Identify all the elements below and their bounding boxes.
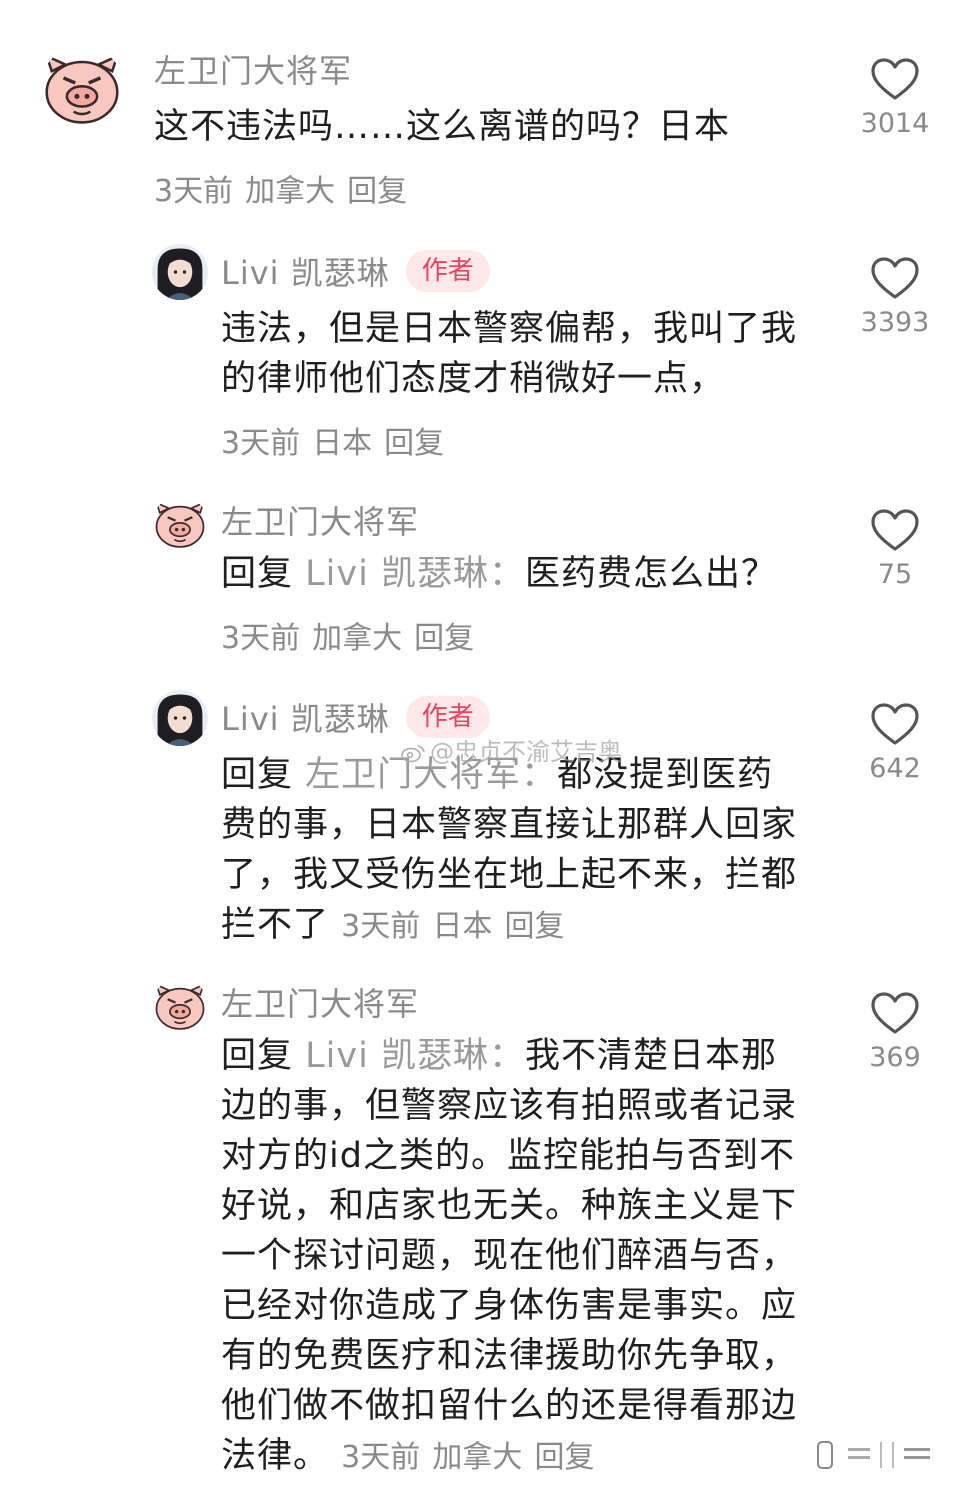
comment-meta: 3天前 加拿大 回复 <box>154 166 419 210</box>
girl-avatar-icon[interactable] <box>152 244 208 300</box>
like-count: 3393 <box>860 307 930 338</box>
comment-time: 3天前 <box>341 909 421 944</box>
like-button[interactable]: 75 <box>850 509 940 590</box>
like-button[interactable]: 642 <box>850 703 940 784</box>
like-count: 369 <box>869 1042 921 1073</box>
like-button[interactable]: 3393 <box>850 257 940 338</box>
comment-meta: 3天前 加拿大 回复 <box>221 613 486 657</box>
pig-avatar-icon[interactable] <box>152 978 208 1034</box>
comment-text: 回复 左卫门大将军：都没提到医药 费的事，日本警察直接让那群人回家 了，我又受伤… <box>221 755 798 945</box>
comment-username[interactable]: Livi 凯瑟琳 <box>221 694 390 740</box>
heart-icon <box>871 509 919 551</box>
comment-time: 3天前 <box>221 426 301 461</box>
comment-text: 违法，但是日本警察偏帮，我叫了我 的律师他们态度才稍微好一点， <box>221 309 798 399</box>
mention-link[interactable]: Livi 凯瑟琳： <box>305 554 525 594</box>
reply-button[interactable]: 回复 <box>414 621 474 656</box>
comment-text: 回复 Livi 凯瑟琳：我不清楚日本那 边的事，但警察应该有拍照或者记录 对方的… <box>221 1036 798 1476</box>
like-count: 75 <box>877 559 913 590</box>
like-count: 642 <box>869 753 921 784</box>
heart-icon <box>871 992 919 1034</box>
reply-button[interactable]: 回复 <box>535 1440 595 1475</box>
pig-avatar-icon[interactable] <box>40 46 124 130</box>
comment-meta: 3天前 日本 回复 <box>221 418 456 462</box>
more-options-icon <box>817 1441 930 1469</box>
like-count: 3014 <box>860 108 930 139</box>
comment-location: 加拿大 <box>245 174 336 209</box>
girl-avatar-icon[interactable] <box>152 690 208 746</box>
comment-username[interactable]: 左卫门大将军 <box>154 46 352 92</box>
comment-location: 日本 <box>312 426 373 461</box>
like-button[interactable]: 369 <box>850 992 940 1073</box>
reply-button[interactable]: 回复 <box>505 909 565 944</box>
author-badge: 作者 <box>405 250 490 292</box>
comment-username[interactable]: 左卫门大将军 <box>221 497 419 543</box>
image-toolbar[interactable] <box>808 1438 938 1474</box>
comment-location: 加拿大 <box>312 621 403 656</box>
heart-icon <box>871 58 919 100</box>
reply-button[interactable]: 回复 <box>347 174 407 209</box>
comment-time: 3天前 <box>221 621 301 656</box>
weibo-icon <box>401 745 425 763</box>
heart-icon <box>871 703 919 745</box>
mention-link[interactable]: Livi 凯瑟琳： <box>305 1036 525 1076</box>
comment-username[interactable]: Livi 凯瑟琳 <box>221 248 390 294</box>
comment-text: 这不违法吗……这么离谱的吗？日本 <box>154 107 731 147</box>
comment-location: 加拿大 <box>432 1440 523 1475</box>
like-button[interactable]: 3014 <box>850 58 940 139</box>
comment-location: 日本 <box>432 909 493 944</box>
reply-button[interactable]: 回复 <box>384 426 444 461</box>
heart-icon <box>871 257 919 299</box>
comment-time: 3天前 <box>154 174 234 209</box>
comment-username[interactable]: 左卫门大将军 <box>221 979 419 1025</box>
watermark: @忠贞不渝艾吉奥 <box>400 732 622 767</box>
comment-text: 回复 Livi 凯瑟琳：医药费怎么出？ <box>221 554 777 594</box>
comment-time: 3天前 <box>341 1440 421 1475</box>
pig-avatar-icon[interactable] <box>152 496 208 552</box>
